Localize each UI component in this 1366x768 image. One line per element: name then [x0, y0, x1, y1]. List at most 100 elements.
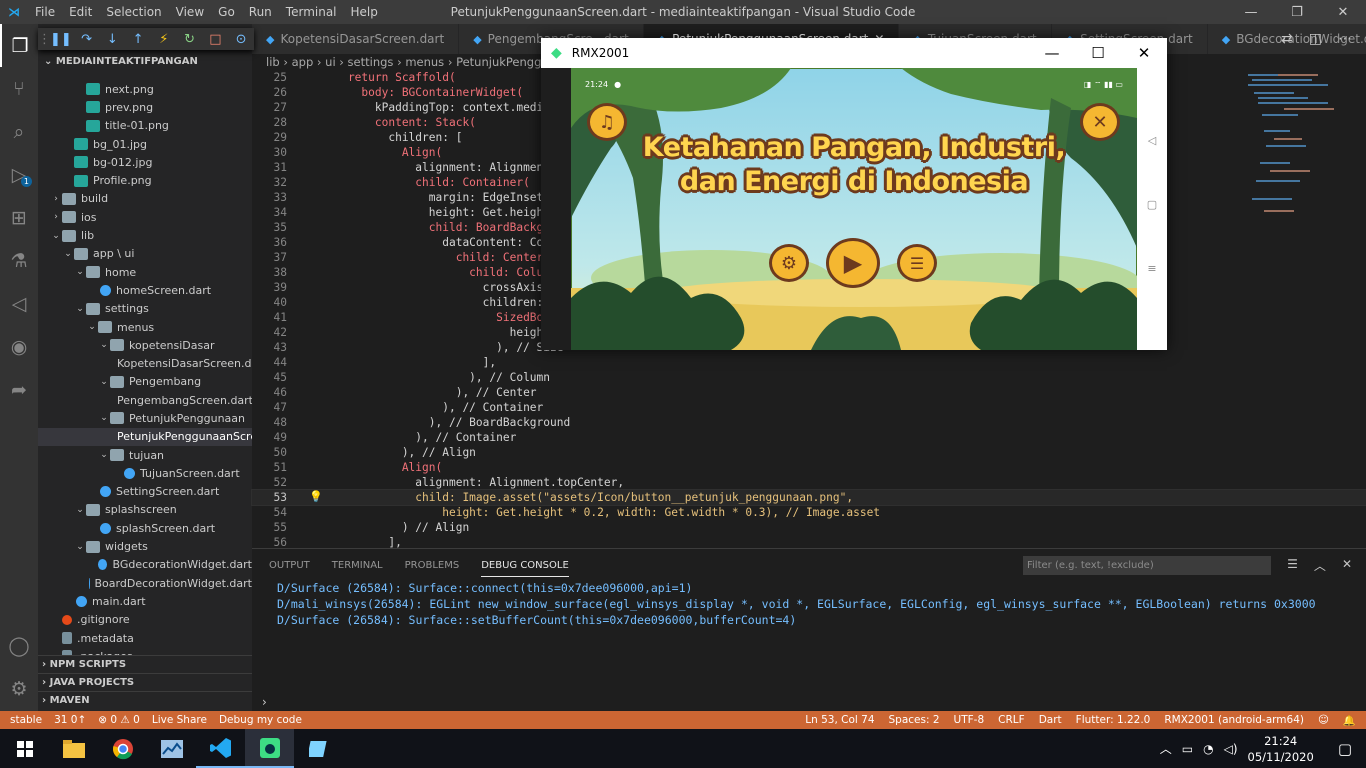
status-item[interactable]: 31 0↑: [54, 714, 86, 726]
notepad-icon[interactable]: [294, 729, 343, 768]
feedback-icon[interactable]: ☺: [1318, 714, 1329, 727]
folder-item[interactable]: ⌄ lib: [38, 226, 252, 244]
file-item[interactable]: Profile.png: [38, 171, 252, 189]
folder-item[interactable]: ⌄ home: [38, 263, 252, 281]
compare-icon[interactable]: ⇄: [1281, 31, 1293, 47]
folder-item[interactable]: › ios: [38, 208, 252, 226]
battery-icon[interactable]: ▭: [1182, 742, 1193, 756]
file-item[interactable]: bg_01.jpg: [38, 135, 252, 153]
minimize-icon[interactable]: —: [1228, 0, 1274, 24]
panel-tab-terminal[interactable]: TERMINAL: [332, 560, 383, 571]
game-screen[interactable]: 21:24 ● ◨ ⌔ ▮▮ ▭ ♫ ✕ Ketahanan Pangan, In…: [571, 68, 1137, 350]
flutter-icon[interactable]: ◁: [0, 282, 38, 325]
step-into-icon[interactable]: ↓: [100, 32, 126, 47]
panel-tab-output[interactable]: OUTPUT: [269, 560, 310, 571]
extensions-icon[interactable]: ⊞: [0, 196, 38, 239]
emulator-maximize-icon[interactable]: ☐: [1075, 38, 1121, 68]
folder-item[interactable]: ⌄ kopetensiDasar: [38, 336, 252, 354]
file-item[interactable]: .metadata: [38, 629, 252, 647]
settings-button[interactable]: ⚙: [769, 244, 809, 282]
project-header[interactable]: ⌄ MEDIAINTEAKTIFPANGAN: [38, 52, 252, 70]
file-item[interactable]: PengembangScreen.dart: [38, 391, 252, 409]
search-icon[interactable]: ⌕: [0, 110, 38, 153]
menu-item-go[interactable]: Go: [211, 5, 242, 19]
volume-icon[interactable]: ◁): [1224, 742, 1238, 756]
file-item[interactable]: .gitignore: [38, 611, 252, 629]
folder-item[interactable]: ⌄ PetunjukPenggunaan: [38, 409, 252, 427]
vscode-taskbar-icon[interactable]: [196, 729, 245, 768]
folder-item[interactable]: ⌄ Pengembang: [38, 373, 252, 391]
file-item[interactable]: SettingScreen.dart: [38, 483, 252, 501]
folder-item[interactable]: ⌄ widgets: [38, 537, 252, 555]
live-share-icon[interactable]: ➦: [0, 368, 38, 411]
android-studio-icon[interactable]: [245, 729, 294, 768]
editor-tab[interactable]: ◆ KopetensiDasarScreen.dart: [252, 24, 460, 54]
close-panel-icon[interactable]: ✕: [1342, 557, 1352, 574]
gitlens-icon[interactable]: ◉: [0, 325, 38, 368]
file-explorer-icon[interactable]: [49, 729, 98, 768]
menu-item-file[interactable]: File: [28, 5, 62, 19]
recents-icon[interactable]: ≡: [1137, 236, 1167, 300]
lightbulb-icon[interactable]: 💡: [309, 490, 323, 503]
clear-console-icon[interactable]: ☰: [1287, 557, 1298, 574]
java-projects-section[interactable]: › JAVA PROJECTS: [38, 673, 252, 691]
restore-icon[interactable]: ❐: [1274, 0, 1320, 24]
folder-item[interactable]: ⌄ settings: [38, 300, 252, 318]
maximize-panel-icon[interactable]: ︿: [1314, 557, 1326, 574]
npm-scripts-section[interactable]: › NPM SCRIPTS: [38, 655, 252, 673]
back-icon[interactable]: ◁: [1137, 108, 1167, 172]
hot-reload-icon[interactable]: ⚡: [151, 32, 177, 47]
split-editor-icon[interactable]: ◫: [1309, 31, 1322, 47]
menu-item-selection[interactable]: Selection: [99, 5, 168, 19]
file-item[interactable]: splashScreen.dart: [38, 519, 252, 537]
info-menu-button[interactable]: ☰: [897, 244, 937, 282]
stop-icon[interactable]: □: [203, 32, 229, 47]
status-item[interactable]: Flutter: 1.22.0: [1076, 714, 1151, 727]
status-item[interactable]: RMX2001 (android-arm64): [1164, 714, 1304, 727]
menu-item-help[interactable]: Help: [344, 5, 385, 19]
pause-icon[interactable]: ❚❚: [48, 32, 74, 47]
menu-item-view[interactable]: View: [169, 5, 211, 19]
file-item[interactable]: TujuanScreen.dart: [38, 464, 252, 482]
status-item[interactable]: Dart: [1039, 714, 1062, 727]
menu-item-edit[interactable]: Edit: [62, 5, 99, 19]
notifications-icon[interactable]: ▢: [1338, 740, 1352, 758]
drag-handle-icon[interactable]: ⋮: [38, 32, 51, 47]
status-item[interactable]: Live Share: [152, 714, 207, 726]
folder-item[interactable]: ⌄ tujuan: [38, 446, 252, 464]
folder-item[interactable]: ⌄ app \ ui: [38, 245, 252, 263]
step-over-icon[interactable]: ↷: [74, 32, 100, 47]
start-icon[interactable]: [0, 729, 49, 768]
folder-item[interactable]: ⌄ menus: [38, 318, 252, 336]
file-item[interactable]: prev.png: [38, 98, 252, 116]
close-icon[interactable]: ✕: [1320, 0, 1366, 24]
more-actions-icon[interactable]: ⋯: [1338, 31, 1352, 47]
menu-item-terminal[interactable]: Terminal: [279, 5, 344, 19]
file-item[interactable]: KopetensiDasarScreen.dart: [38, 354, 252, 372]
emulator-close-icon[interactable]: ✕: [1121, 38, 1167, 68]
menu-item-run[interactable]: Run: [242, 5, 279, 19]
run-debug-icon[interactable]: ▷ 1: [0, 153, 38, 196]
folder-item[interactable]: ⌄ splashscreen: [38, 501, 252, 519]
file-item[interactable]: BGdecorationWidget.dart: [38, 556, 252, 574]
bell-icon[interactable]: 🔔: [1343, 714, 1356, 727]
restart-icon[interactable]: ↻: [177, 32, 203, 47]
play-button[interactable]: ▶: [826, 238, 880, 288]
account-icon[interactable]: ◯: [0, 624, 38, 667]
folder-item[interactable]: › build: [38, 190, 252, 208]
explorer-icon[interactable]: ❐: [0, 24, 38, 67]
status-item[interactable]: CRLF: [998, 714, 1025, 727]
source-control-icon[interactable]: ⑂: [0, 67, 38, 110]
panel-tab-problems[interactable]: PROBLEMS: [405, 560, 460, 571]
tray-chevron-icon[interactable]: ︿: [1160, 740, 1172, 757]
chrome-icon[interactable]: [98, 729, 147, 768]
testing-icon[interactable]: ⚗: [0, 239, 38, 282]
console-filter-input[interactable]: Filter (e.g. text, !exclude): [1023, 556, 1271, 575]
file-item[interactable]: main.dart: [38, 592, 252, 610]
file-item[interactable]: next.png: [38, 80, 252, 98]
minimap[interactable]: [1244, 70, 1360, 230]
file-item[interactable]: bg-012.jpg: [38, 153, 252, 171]
wifi-icon[interactable]: ◔: [1203, 742, 1213, 756]
status-item[interactable]: Ln 53, Col 74: [805, 714, 874, 727]
emulator-minimize-icon[interactable]: —: [1029, 38, 1075, 68]
